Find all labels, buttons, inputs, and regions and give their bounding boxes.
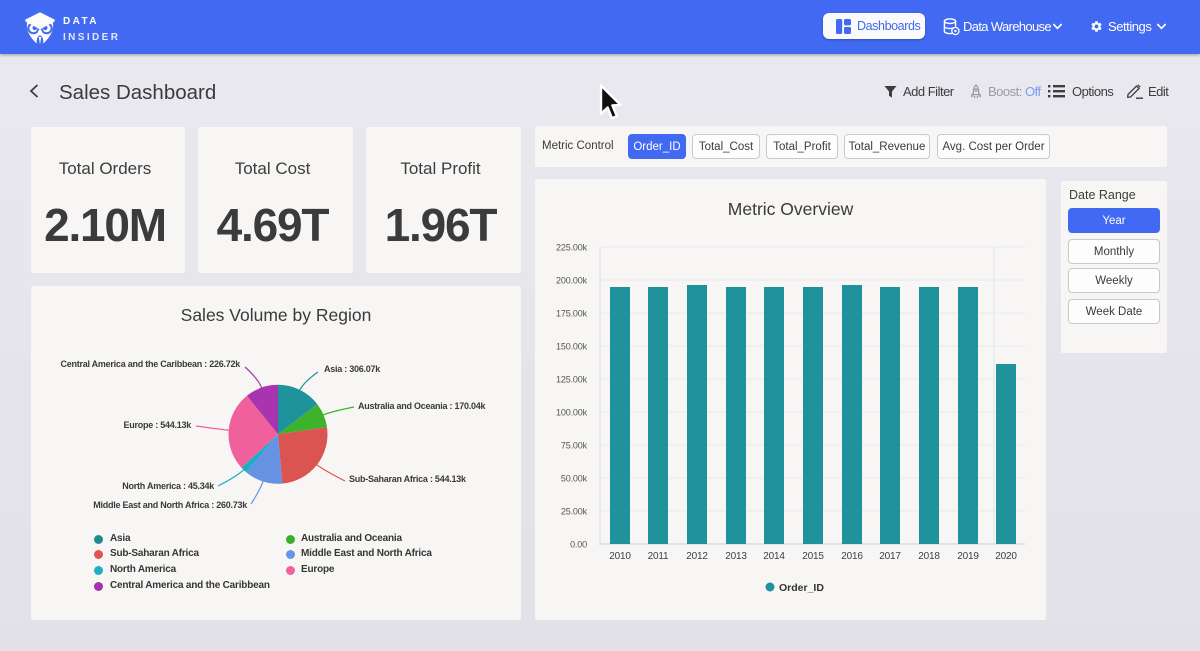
svg-text:50.00k: 50.00k	[561, 474, 588, 484]
svg-text:75.00k: 75.00k	[561, 441, 588, 451]
svg-text:0.00: 0.00	[570, 540, 587, 550]
svg-text:25.00k: 25.00k	[561, 507, 588, 517]
svg-text:2020: 2020	[995, 551, 1017, 562]
svg-text:175.00k: 175.00k	[556, 309, 588, 319]
svg-text:200.00k: 200.00k	[556, 276, 588, 286]
svg-text:100.00k: 100.00k	[556, 408, 588, 418]
svg-text:125.00k: 125.00k	[556, 375, 588, 385]
svg-text:2016: 2016	[841, 551, 863, 562]
svg-text:2010: 2010	[609, 551, 631, 562]
svg-text:2014: 2014	[763, 551, 785, 562]
svg-text:2012: 2012	[686, 551, 708, 562]
svg-text:Order_ID: Order_ID	[779, 582, 824, 594]
svg-text:150.00k: 150.00k	[556, 342, 588, 352]
svg-text:2011: 2011	[648, 551, 669, 562]
svg-text:225.00k: 225.00k	[556, 243, 588, 253]
svg-text:2019: 2019	[957, 551, 979, 562]
svg-text:2015: 2015	[802, 551, 824, 562]
svg-text:2013: 2013	[725, 551, 747, 562]
svg-text:2018: 2018	[918, 551, 940, 562]
svg-text:2017: 2017	[879, 551, 901, 562]
